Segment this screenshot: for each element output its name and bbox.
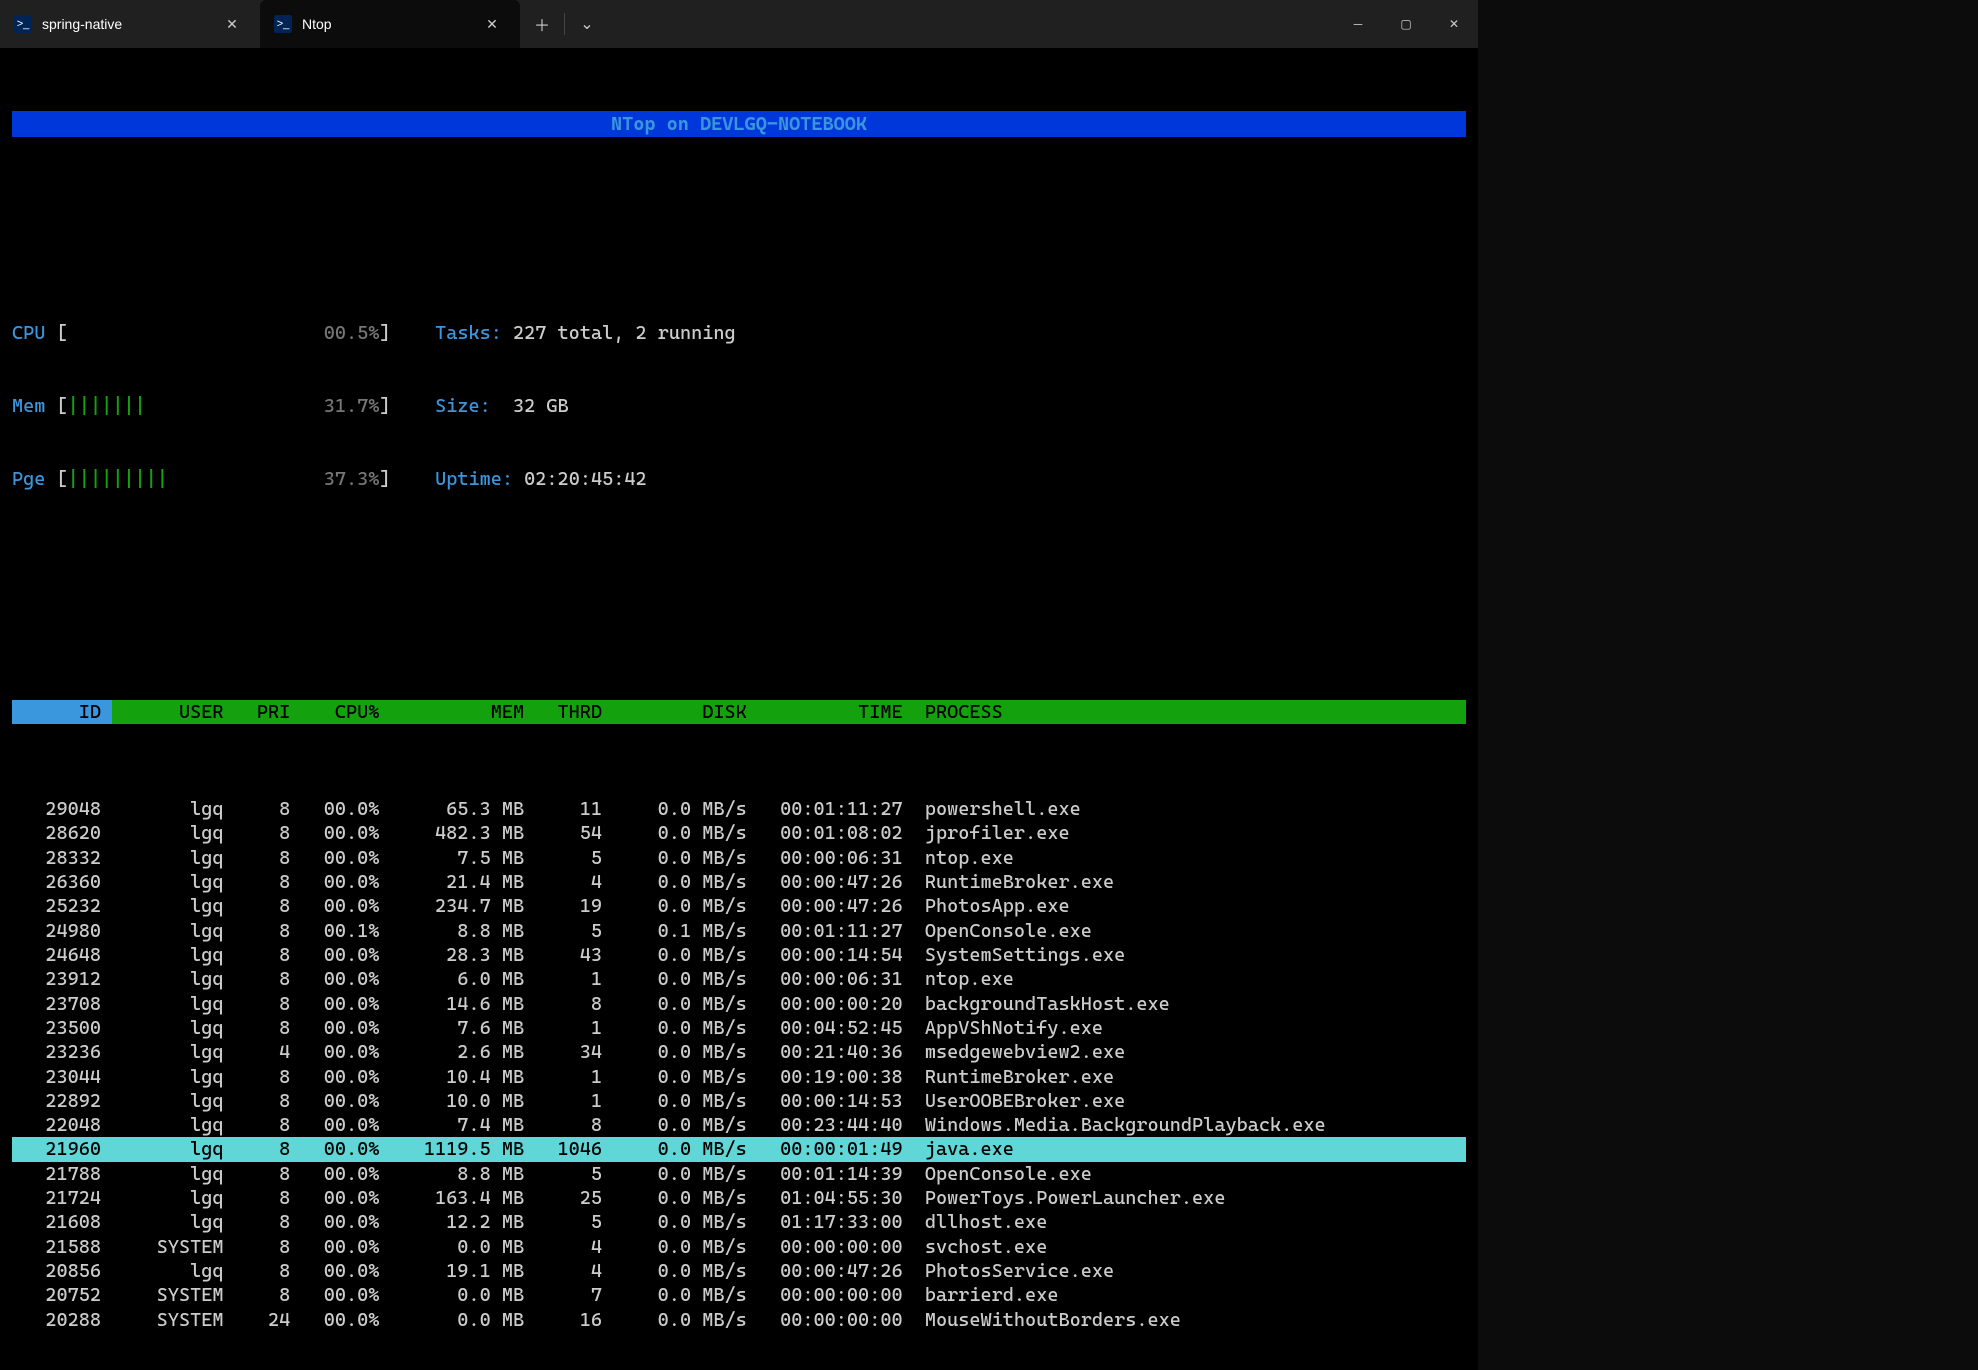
new-tab-button[interactable]: ＋	[520, 0, 564, 48]
table-row[interactable]: 23708lgq800.0%14.6 MB80.0 MB/s00:00:00:2…	[12, 992, 1466, 1016]
col-disk[interactable]: DISK	[602, 700, 747, 724]
maximize-button[interactable]: ▢	[1382, 0, 1430, 48]
table-row[interactable]: 21788lgq800.0%8.8 MB50.0 MB/s00:01:14:39…	[12, 1162, 1466, 1186]
tab-spring-native[interactable]: >_ spring-native ✕	[0, 0, 260, 48]
close-icon[interactable]: ✕	[478, 10, 506, 38]
table-row[interactable]: 21960lgq800.0%1119.5 MB10460.0 MB/s00:00…	[12, 1137, 1466, 1161]
cpu-meter: CPU[ 00.5%] Tasks: 227 total, 2 running	[12, 321, 1466, 345]
table-row[interactable]: 21588SYSTEM800.0%0.0 MB40.0 MB/s00:00:00…	[12, 1235, 1466, 1259]
pge-meter: Pge[||||||||| 37.3%] Uptime: 02:20:45:42	[12, 467, 1466, 491]
mem-meter: Mem[||||||| 31.7%] Size: 32 GB	[12, 394, 1466, 418]
table-row[interactable]: 22048lgq800.0%7.4 MB80.0 MB/s00:23:44:40…	[12, 1113, 1466, 1137]
terminal-content[interactable]: NTop on DEVLGQ-NOTEBOOK CPU[ 00.5%] Task…	[0, 48, 1478, 1370]
process-list: 29048lgq800.0%65.3 MB110.0 MB/s00:01:11:…	[12, 797, 1466, 1332]
table-row[interactable]: 23044lgq800.0%10.4 MB10.0 MB/s00:19:00:3…	[12, 1065, 1466, 1089]
titlebar: >_ spring-native ✕ >_ Ntop ✕ ＋ ⌄ ─ ▢ ✕	[0, 0, 1478, 48]
table-row[interactable]: 25232lgq800.0%234.7 MB190.0 MB/s00:00:47…	[12, 894, 1466, 918]
table-row[interactable]: 20752SYSTEM800.0%0.0 MB70.0 MB/s00:00:00…	[12, 1283, 1466, 1307]
col-user[interactable]: USER	[112, 700, 223, 724]
close-button[interactable]: ✕	[1430, 0, 1478, 48]
table-row[interactable]: 23912lgq800.0%6.0 MB10.0 MB/s00:00:06:31…	[12, 967, 1466, 991]
meters: CPU[ 00.5%] Tasks: 227 total, 2 running …	[12, 273, 1466, 540]
table-row[interactable]: 20856lgq800.0%19.1 MB40.0 MB/s00:00:47:2…	[12, 1259, 1466, 1283]
col-thrd[interactable]: THRD	[524, 700, 602, 724]
table-row[interactable]: 20288SYSTEM2400.0%0.0 MB160.0 MB/s00:00:…	[12, 1308, 1466, 1332]
tab-title: spring-native	[42, 16, 208, 32]
minimize-button[interactable]: ─	[1334, 0, 1382, 48]
powershell-icon: >_	[274, 15, 292, 33]
table-row[interactable]: 24980lgq800.1%8.8 MB50.1 MB/s00:01:11:27…	[12, 919, 1466, 943]
tab-dropdown-button[interactable]: ⌄	[565, 0, 609, 48]
close-icon[interactable]: ✕	[218, 10, 246, 38]
col-proc[interactable]: PROCESS	[903, 700, 1466, 724]
table-header: ID USER PRI CPU% MEM THRD DISK TIME PROC…	[12, 700, 1466, 724]
table-row[interactable]: 26360lgq800.0%21.4 MB40.0 MB/s00:00:47:2…	[12, 870, 1466, 894]
tab-ntop[interactable]: >_ Ntop ✕	[260, 0, 520, 48]
col-time[interactable]: TIME	[747, 700, 903, 724]
table-row[interactable]: 28620lgq800.0%482.3 MB540.0 MB/s00:01:08…	[12, 821, 1466, 845]
table-row[interactable]: 23236lgq400.0%2.6 MB340.0 MB/s00:21:40:3…	[12, 1040, 1466, 1064]
banner: NTop on DEVLGQ-NOTEBOOK	[12, 111, 1466, 137]
table-row[interactable]: 29048lgq800.0%65.3 MB110.0 MB/s00:01:11:…	[12, 797, 1466, 821]
table-row[interactable]: 24648lgq800.0%28.3 MB430.0 MB/s00:00:14:…	[12, 943, 1466, 967]
table-row[interactable]: 22892lgq800.0%10.0 MB10.0 MB/s00:00:14:5…	[12, 1089, 1466, 1113]
table-row[interactable]: 21608lgq800.0%12.2 MB50.0 MB/s01:17:33:0…	[12, 1210, 1466, 1234]
tab-title: Ntop	[302, 16, 468, 32]
table-row[interactable]: 23500lgq800.0%7.6 MB10.0 MB/s00:04:52:45…	[12, 1016, 1466, 1040]
col-cpu[interactable]: CPU%	[290, 700, 379, 724]
col-id[interactable]: ID	[12, 700, 112, 724]
powershell-icon: >_	[14, 15, 32, 33]
table-row[interactable]: 28332lgq800.0%7.5 MB50.0 MB/s00:00:06:31…	[12, 846, 1466, 870]
col-pri[interactable]: PRI	[224, 700, 291, 724]
table-row[interactable]: 21724lgq800.0%163.4 MB250.0 MB/s01:04:55…	[12, 1186, 1466, 1210]
col-mem[interactable]: MEM	[379, 700, 524, 724]
